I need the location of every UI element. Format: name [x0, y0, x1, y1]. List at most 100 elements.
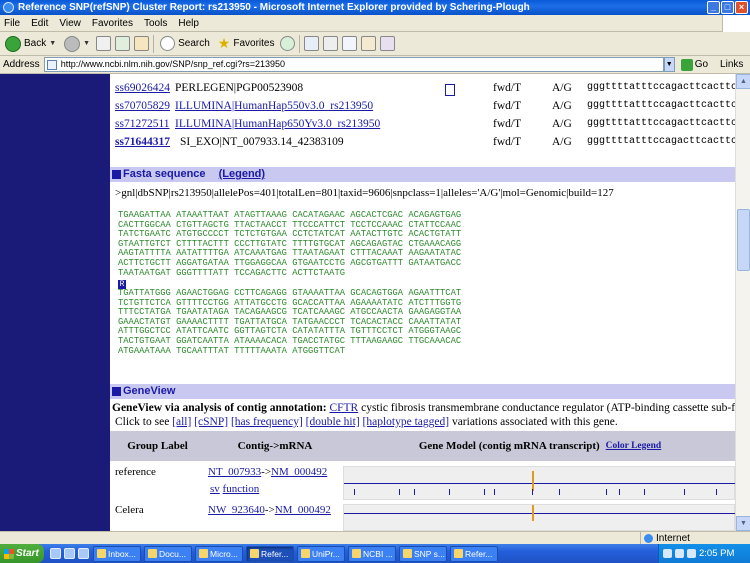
ss-orientation: fwd/T	[493, 82, 522, 94]
contig-mrna: NT_007933->NM_000492	[208, 466, 328, 478]
maximize-button[interactable]: □	[721, 1, 734, 14]
back-button[interactable]: Back ▼	[3, 34, 58, 54]
mrna-link[interactable]: NM_000492	[275, 504, 331, 516]
filter-has-frequency-link[interactable]: [has frequency]	[231, 416, 303, 428]
scroll-up-button[interactable]: ▲	[736, 74, 750, 89]
section-bullet-icon	[112, 387, 121, 396]
close-button[interactable]: ×	[735, 1, 748, 14]
task-button[interactable]: Inbox...	[93, 545, 141, 562]
start-button[interactable]: Start	[0, 544, 44, 563]
function-link[interactable]: function	[223, 483, 260, 495]
back-arrow-icon	[5, 35, 21, 52]
filter-all-link[interactable]: [all]	[172, 416, 191, 428]
ss-row: ss71272511 ILLUMINA|HumanHap650Yv3.0_rs2…	[115, 118, 735, 134]
gene-model-track[interactable]	[343, 466, 735, 500]
fasta-header-line: >gnl|dbSNP|rs213950|allelePos=401|totalL…	[115, 187, 614, 199]
scroll-down-button[interactable]: ▼	[736, 516, 750, 531]
ss-allele: A/G	[552, 100, 572, 112]
fasta-title: Fasta sequence	[123, 168, 206, 180]
task-button[interactable]: Micro...	[195, 545, 243, 562]
window-titlebar[interactable]: Reference SNP(refSNP) Cluster Report: rs…	[0, 0, 750, 15]
tray-icon[interactable]	[687, 549, 696, 558]
app-icon	[352, 549, 361, 558]
app-icon	[148, 549, 157, 558]
filter-csnp-link[interactable]: [cSNP]	[194, 416, 228, 428]
ss-row-partial	[115, 74, 735, 82]
col-gene-model: Gene Model (contig mRNA transcript) Colo…	[418, 440, 662, 452]
menu-tools[interactable]: Tools	[144, 18, 167, 29]
geneview-title: GeneView	[123, 385, 176, 397]
filter-haplotype-tagged-link[interactable]: [haplotype tagged]	[363, 416, 450, 428]
quicklaunch-icon[interactable]	[64, 548, 75, 559]
contig-link[interactable]: NW_923640	[208, 504, 265, 516]
taskbar: Start Inbox... Docu... Micro... Refer...…	[0, 544, 750, 563]
edit-button[interactable]	[342, 36, 358, 51]
windows-flag-icon	[722, 15, 750, 32]
clock[interactable]: 2:05 PM	[699, 548, 734, 559]
minimize-button[interactable]: _	[707, 1, 720, 14]
ss-handle-link[interactable]: ILLUMINA|HumanHap650Yv3.0_rs213950	[175, 118, 380, 130]
ss-handle-link[interactable]: ILLUMINA|HumanHap550v3.0_rs213950	[175, 100, 373, 112]
history-button[interactable]	[280, 36, 296, 51]
group-label: Celera	[115, 504, 144, 516]
mrna-link[interactable]: NM_000492	[271, 466, 327, 478]
app-icon	[97, 549, 106, 558]
search-button[interactable]: Search	[158, 34, 212, 54]
task-button[interactable]: Refer...	[246, 545, 294, 562]
vertical-scrollbar[interactable]: ▲ ▼	[735, 74, 750, 531]
ss-id-link[interactable]: ss69026424	[115, 82, 170, 94]
discuss-button[interactable]	[361, 36, 377, 51]
filter-double-hit-link[interactable]: [double hit]	[306, 416, 360, 428]
print-button[interactable]	[323, 36, 339, 51]
ss-flank-seq: gggttttatttccagacttcacttc	[587, 136, 735, 147]
menu-view[interactable]: View	[59, 18, 81, 29]
ss-id-link[interactable]: ss71272511	[115, 118, 170, 130]
gene-model-track[interactable]	[343, 504, 735, 531]
scroll-thumb[interactable]	[737, 209, 750, 271]
toolbar: Back ▼ ▼ Search ★ Favorites	[0, 32, 750, 56]
color-legend-link[interactable]: Color Legend	[606, 441, 662, 451]
gene-symbol-link[interactable]: CFTR	[329, 402, 358, 414]
task-button[interactable]: UniPr...	[297, 545, 345, 562]
menu-favorites[interactable]: Favorites	[92, 18, 133, 29]
menu-file[interactable]: File	[4, 18, 20, 29]
forward-button[interactable]: ▼	[62, 34, 92, 54]
sv-link[interactable]: sv	[210, 483, 220, 495]
ss-orientation: fwd/T	[493, 118, 522, 130]
go-button[interactable]: Go	[680, 58, 708, 71]
task-button[interactable]: NCBI ...	[348, 545, 396, 562]
refresh-button[interactable]	[115, 36, 131, 51]
task-button[interactable]: Refer...	[450, 545, 498, 562]
section-bullet-icon	[112, 170, 121, 179]
app-icon	[301, 549, 310, 558]
ss-orientation: fwd/T	[493, 100, 522, 112]
links-button[interactable]: Links	[720, 59, 743, 70]
task-button[interactable]: Docu...	[144, 545, 192, 562]
contig-link[interactable]: NT_007933	[208, 466, 261, 478]
tray-icon[interactable]	[675, 549, 684, 558]
fasta-legend-link[interactable]: (Legend)	[219, 168, 265, 180]
ss-id-link[interactable]: ss71644317	[115, 136, 170, 148]
address-input[interactable]: http://www.ncbi.nlm.nih.gov/SNP/snp_ref.…	[43, 57, 664, 72]
web-content: ss69026424 PERLEGEN|PGP00523908 fwd/T A/…	[0, 74, 735, 531]
table-row: reference NT_007933->NM_000492 sv functi…	[110, 464, 735, 502]
home-button[interactable]	[134, 36, 150, 51]
task-button[interactable]: SNP s...	[399, 545, 447, 562]
ss-id-link[interactable]: ss70705829	[115, 100, 170, 112]
system-tray: 2:05 PM	[658, 544, 750, 563]
messenger-button[interactable]	[380, 36, 396, 51]
menu-help[interactable]: Help	[178, 18, 199, 29]
quicklaunch-icon[interactable]	[50, 548, 61, 559]
ss-flank-seq: gggttttatttccagacttcacttc	[587, 118, 735, 129]
hourglass-icon[interactable]	[445, 84, 455, 96]
favorites-button[interactable]: ★ Favorites	[216, 34, 277, 54]
tray-icon[interactable]	[663, 549, 672, 558]
app-icon	[403, 549, 412, 558]
menu-edit[interactable]: Edit	[31, 18, 48, 29]
mail-button[interactable]	[304, 36, 320, 51]
fasta-section-header: Fasta sequence (Legend)	[110, 167, 735, 182]
stop-button[interactable]	[96, 36, 112, 51]
address-dropdown-button[interactable]: ▼	[663, 57, 675, 72]
contig-mrna: NW_923640->NM_000492	[208, 504, 331, 516]
quicklaunch-icon[interactable]	[78, 548, 89, 559]
